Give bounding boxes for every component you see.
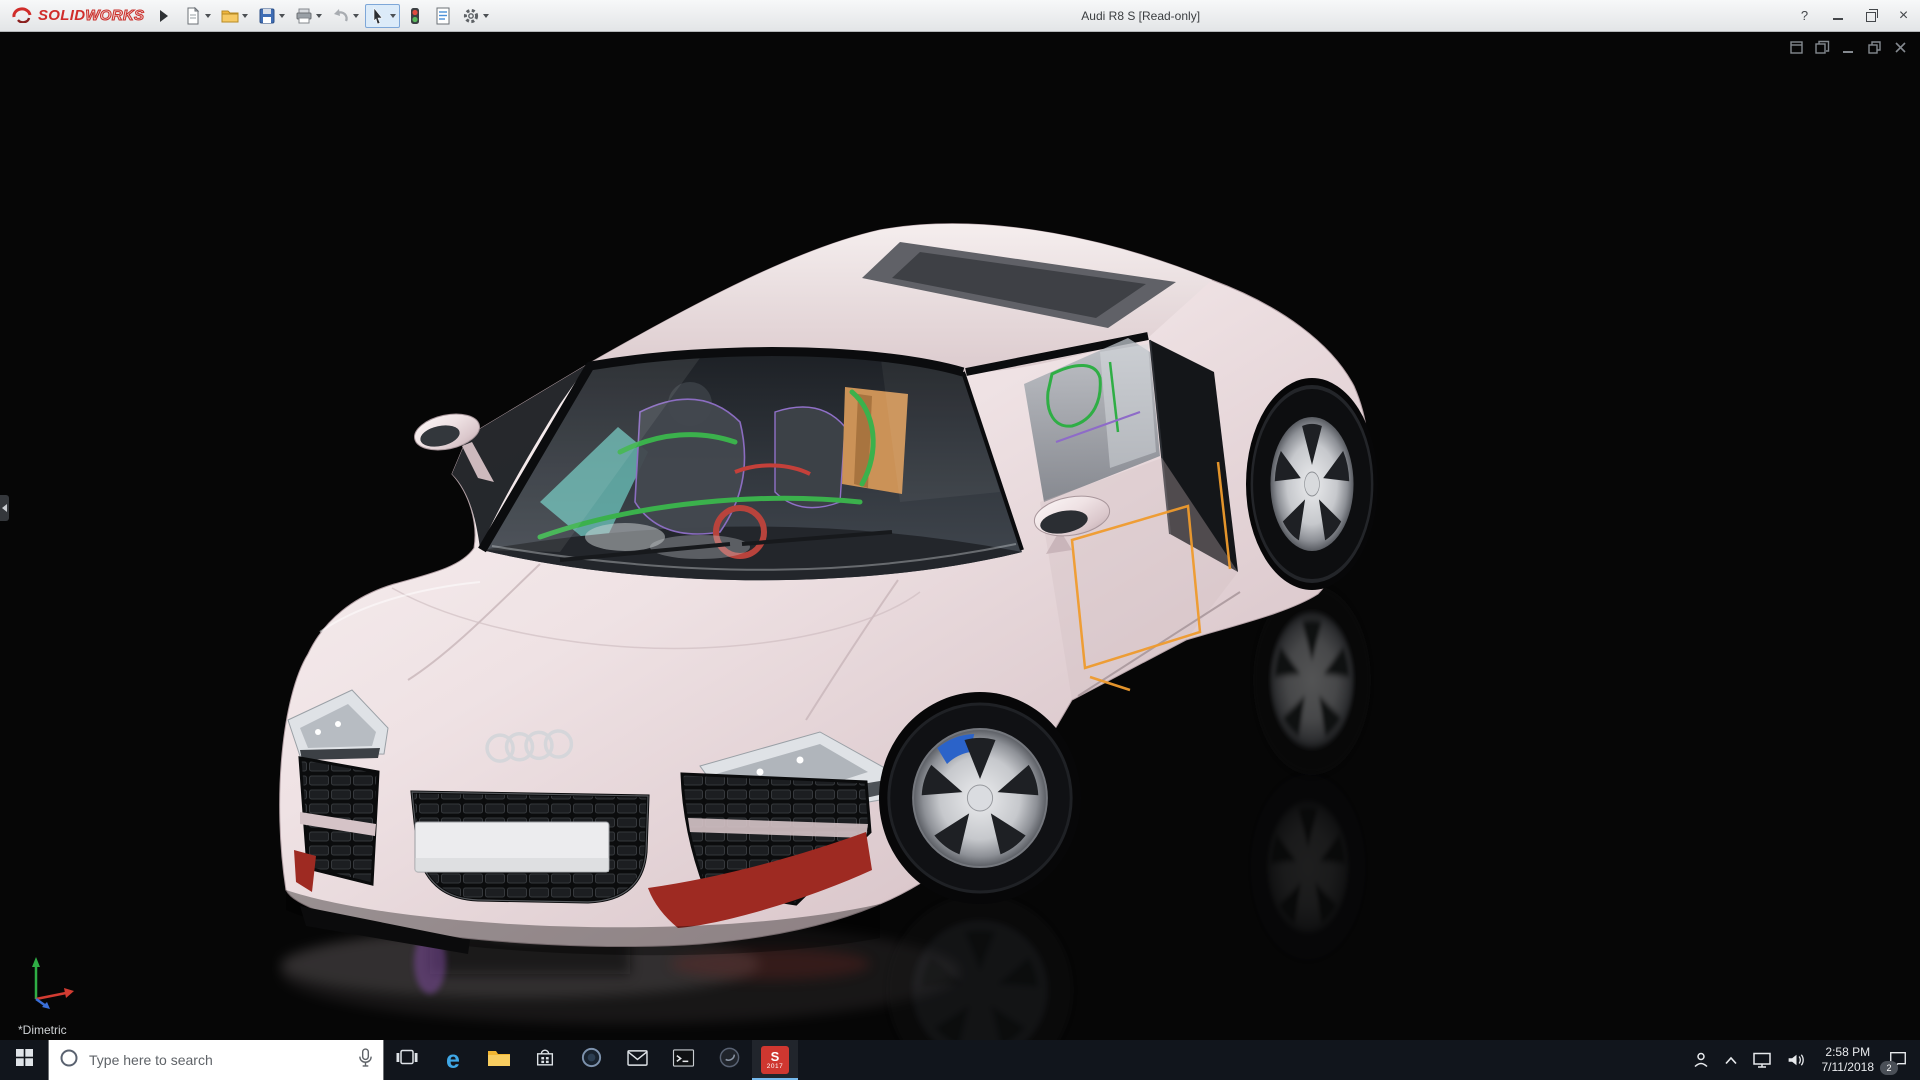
start-button[interactable] bbox=[0, 1040, 48, 1080]
action-center-button[interactable]: 2 bbox=[1880, 1040, 1920, 1080]
quick-access-toolbar bbox=[180, 3, 493, 28]
new-window-button[interactable] bbox=[1789, 40, 1804, 55]
open-dropdown-arrow[interactable] bbox=[242, 13, 249, 18]
3d-scene[interactable] bbox=[0, 32, 1920, 1040]
restore-icon bbox=[1865, 9, 1878, 22]
solidworks-icon-letter: S bbox=[770, 1048, 780, 1064]
undo-dropdown-arrow[interactable] bbox=[353, 13, 360, 18]
people-button[interactable] bbox=[1685, 1040, 1717, 1080]
taskbar-dark-app-button[interactable] bbox=[706, 1040, 752, 1080]
taskbar-mail-button[interactable] bbox=[614, 1040, 660, 1080]
close-button[interactable]: × bbox=[1887, 0, 1920, 31]
title-bar: SOLIDWORKS Audi R8 S [Read-only] ? × bbox=[0, 0, 1920, 32]
options-button[interactable] bbox=[458, 4, 493, 28]
restore-document-button[interactable] bbox=[1867, 40, 1882, 55]
solidworks-icon-year: 2017 bbox=[766, 1062, 784, 1070]
options-dropdown-arrow[interactable] bbox=[483, 13, 490, 18]
toolbar-expand-arrow[interactable] bbox=[160, 9, 169, 22]
new-document-icon bbox=[184, 6, 202, 25]
solidworks-logo: SOLIDWORKS bbox=[10, 3, 145, 28]
help-icon: ? bbox=[1800, 8, 1809, 23]
circle-app-icon bbox=[580, 1046, 603, 1074]
brand-solid: SOLID bbox=[38, 7, 86, 24]
save-floppy-icon bbox=[258, 7, 276, 25]
new-dropdown-arrow[interactable] bbox=[205, 13, 212, 18]
solidworks-window: SOLIDWORKS Audi R8 S [Read-only] ? × *Di… bbox=[0, 0, 1920, 1080]
brand-works: WORKS bbox=[85, 7, 145, 25]
minimize-button[interactable] bbox=[1821, 0, 1854, 31]
taskbar-circle-app-button[interactable] bbox=[568, 1040, 614, 1080]
car-model[interactable] bbox=[279, 223, 1378, 956]
notification-badge: 2 bbox=[1880, 1061, 1898, 1075]
document-window-controls bbox=[1789, 40, 1908, 55]
save-button[interactable] bbox=[254, 4, 289, 28]
network-icon[interactable] bbox=[1745, 1040, 1779, 1080]
taskbar-file-explorer-button[interactable] bbox=[476, 1040, 522, 1080]
print-icon bbox=[295, 7, 313, 25]
print-dropdown-arrow[interactable] bbox=[316, 13, 323, 18]
solidworks-app-icon: S 2017 bbox=[761, 1046, 789, 1074]
window-glare bbox=[1100, 344, 1156, 468]
clock-date: 7/11/2018 bbox=[1821, 1060, 1875, 1074]
task-view-button[interactable] bbox=[384, 1040, 430, 1080]
taskbar-clock[interactable]: 2:58 PM 7/11/2018 bbox=[1814, 1045, 1883, 1075]
microphone-icon[interactable] bbox=[358, 1047, 373, 1073]
close-icon: × bbox=[1898, 6, 1909, 24]
file-properties-button[interactable] bbox=[430, 4, 456, 28]
select-arrow-icon bbox=[369, 6, 387, 25]
print-button[interactable] bbox=[291, 4, 326, 28]
undo-button[interactable] bbox=[328, 4, 363, 28]
new-document-button[interactable] bbox=[180, 4, 215, 28]
brand-text: SOLIDWORKS bbox=[38, 7, 145, 25]
undo-icon bbox=[332, 7, 350, 25]
taskbar: e bbox=[0, 1040, 1920, 1080]
minimize-document-button[interactable] bbox=[1841, 40, 1856, 55]
front-wheel[interactable] bbox=[887, 702, 1073, 894]
windows-logo-icon bbox=[15, 1049, 33, 1071]
window-controls: ? × bbox=[1788, 0, 1920, 31]
hidden-icons-chevron[interactable] bbox=[1717, 1040, 1745, 1080]
rear-wheel[interactable] bbox=[1250, 385, 1374, 583]
document-title: Audi R8 S [Read-only] bbox=[1081, 8, 1201, 23]
search-input[interactable] bbox=[87, 1051, 350, 1069]
help-button[interactable]: ? bbox=[1788, 0, 1821, 31]
system-tray: 2:58 PM 7/11/2018 2 bbox=[1685, 1040, 1920, 1080]
file-properties-icon bbox=[434, 7, 452, 25]
open-folder-icon bbox=[221, 7, 239, 25]
mail-icon bbox=[626, 1049, 649, 1072]
taskbar-store-button[interactable] bbox=[522, 1040, 568, 1080]
edge-icon: e bbox=[446, 1045, 460, 1074]
close-document-button[interactable] bbox=[1893, 40, 1908, 55]
cortana-icon bbox=[59, 1048, 79, 1073]
license-plate[interactable] bbox=[414, 821, 610, 873]
store-icon bbox=[534, 1047, 556, 1073]
save-dropdown-arrow[interactable] bbox=[279, 13, 286, 18]
taskbar-command-prompt-button[interactable] bbox=[660, 1040, 706, 1080]
select-tool-button[interactable] bbox=[365, 3, 401, 28]
minimize-icon bbox=[1832, 17, 1843, 20]
clock-time: 2:58 PM bbox=[1825, 1045, 1871, 1059]
file-explorer-icon bbox=[487, 1048, 511, 1073]
panel-collapse-tab[interactable] bbox=[0, 495, 9, 521]
graphics-viewport[interactable]: *Dimetric bbox=[0, 32, 1920, 1040]
options-gear-icon bbox=[462, 7, 480, 25]
taskbar-solidworks-button[interactable]: S 2017 bbox=[752, 1040, 798, 1080]
orientation-triad[interactable] bbox=[22, 949, 82, 1014]
rebuild-icon bbox=[406, 7, 424, 25]
select-dropdown-arrow[interactable] bbox=[390, 13, 397, 18]
taskbar-edge-button[interactable]: e bbox=[430, 1040, 476, 1080]
task-view-icon bbox=[396, 1049, 418, 1071]
volume-icon[interactable] bbox=[1779, 1040, 1814, 1080]
taskbar-search-box[interactable] bbox=[48, 1040, 384, 1080]
view-orientation-label: *Dimetric bbox=[18, 1023, 67, 1037]
command-prompt-icon bbox=[672, 1048, 695, 1073]
cascade-windows-button[interactable] bbox=[1815, 40, 1830, 55]
restore-button[interactable] bbox=[1854, 0, 1887, 31]
dark-app-icon bbox=[718, 1046, 741, 1074]
rebuild-button[interactable] bbox=[402, 4, 428, 28]
dassault-systemes-logo-icon bbox=[10, 3, 34, 28]
open-button[interactable] bbox=[217, 4, 252, 28]
